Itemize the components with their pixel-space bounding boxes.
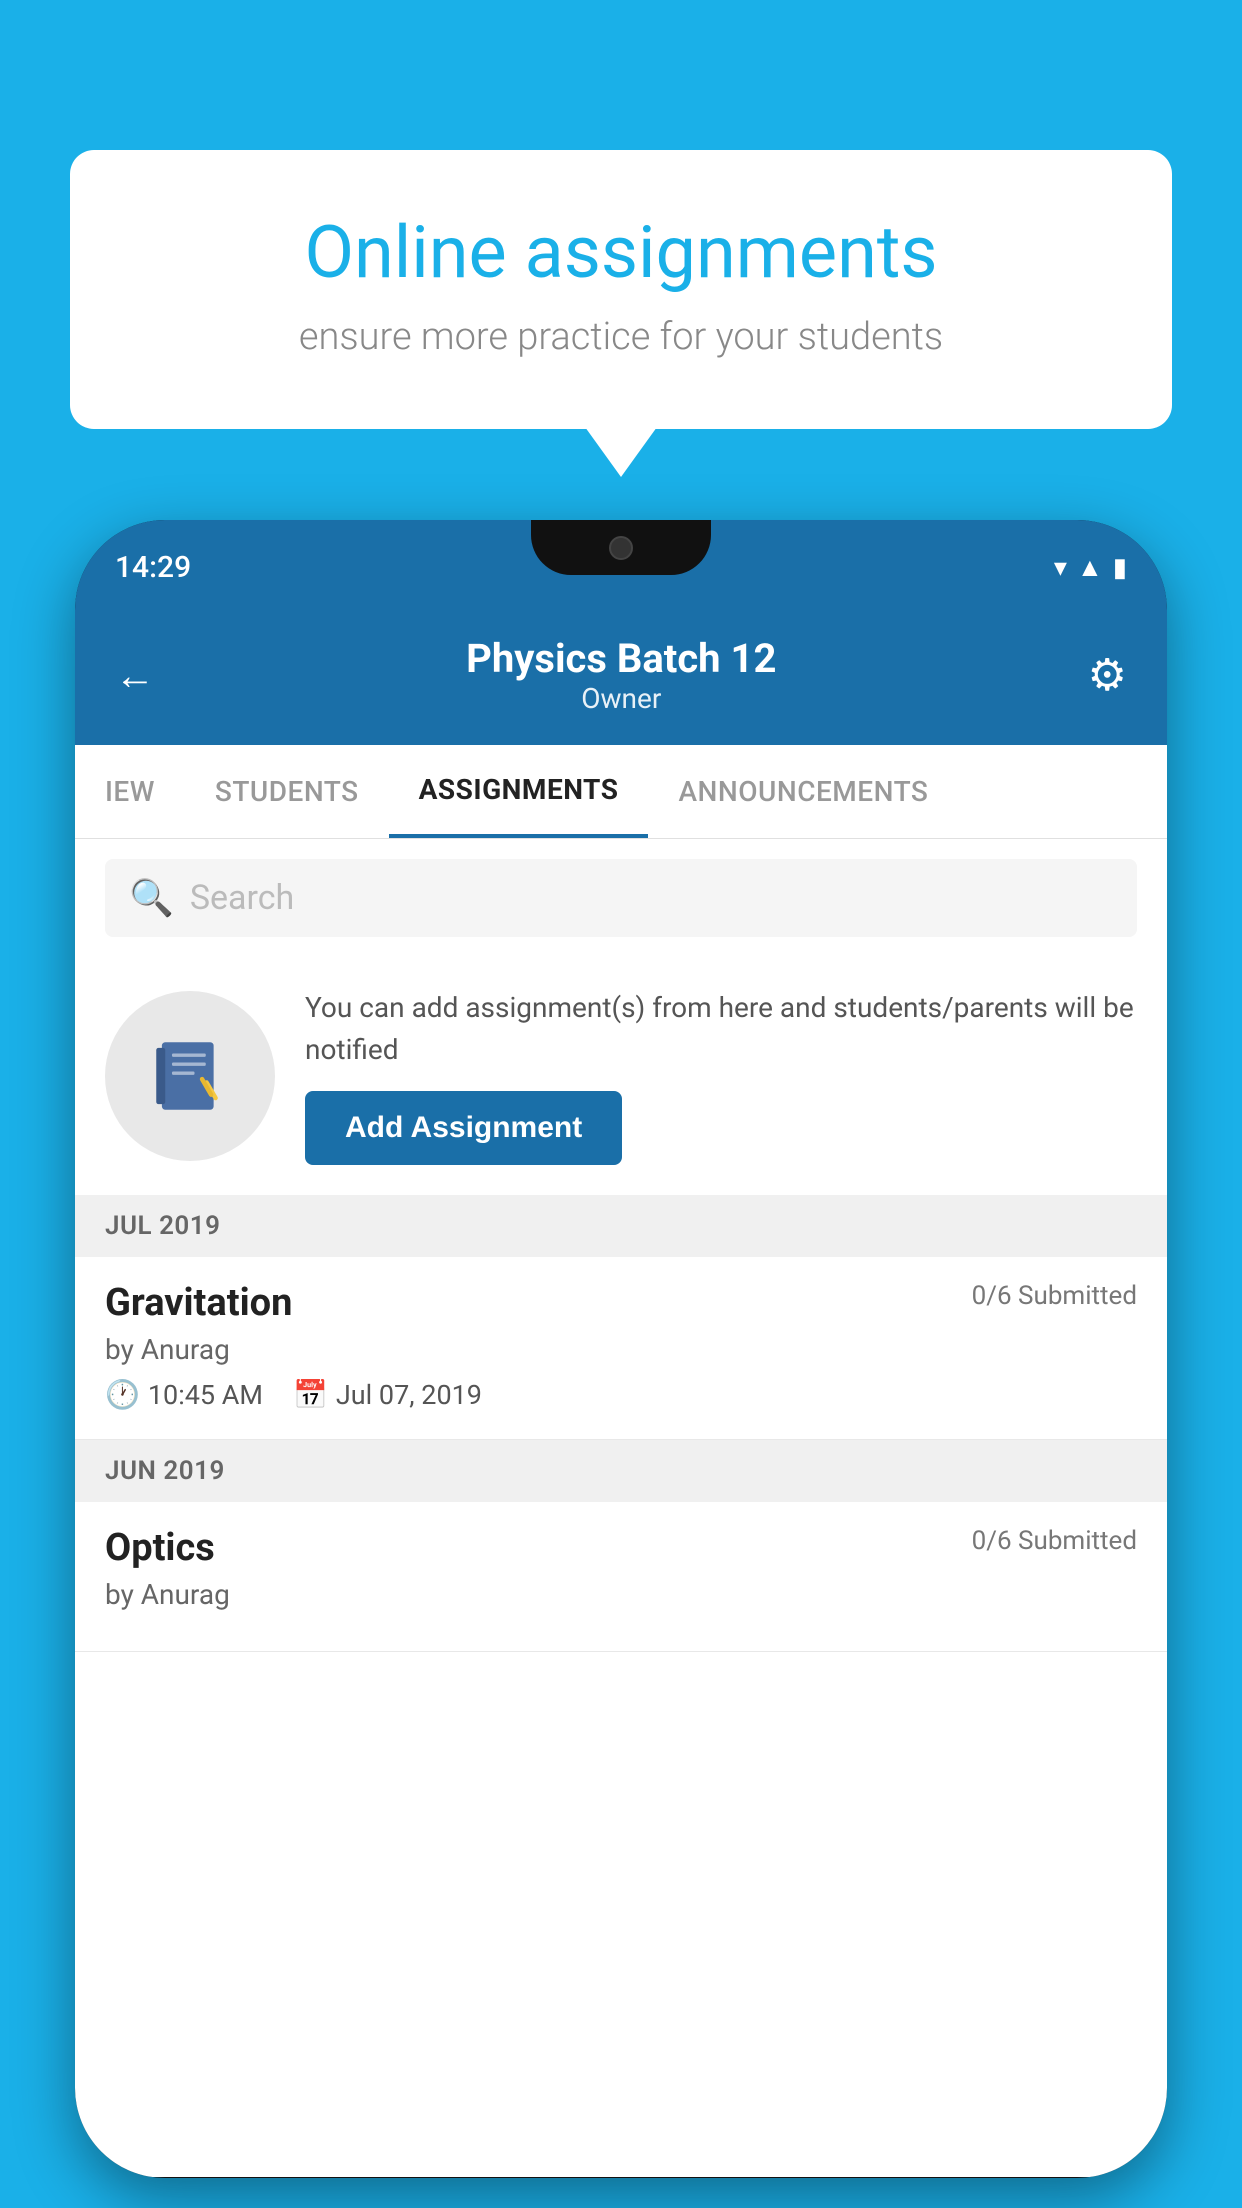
tab-announcements[interactable]: ANNOUNCEMENTS (648, 747, 958, 836)
status-icons: ▾ ▲ ▮ (1054, 552, 1127, 583)
assignment-time-value: 10:45 AM (148, 1379, 263, 1411)
tab-iew[interactable]: IEW (75, 747, 185, 836)
promo-icon-circle (105, 991, 275, 1161)
clock-icon: 🕐 (105, 1378, 140, 1411)
promo-description: You can add assignment(s) from here and … (305, 987, 1137, 1071)
app-header: ← Physics Batch 12 Owner ⚙ (75, 615, 1167, 745)
search-icon: 🔍 (129, 877, 174, 919)
wifi-icon: ▾ (1054, 553, 1067, 583)
assignment-submitted-gravitation: 0/6 Submitted (972, 1281, 1137, 1311)
phone-notch (531, 520, 711, 575)
phone-content: 🔍 Search You can add assignment(s) from … (75, 839, 1167, 2177)
calendar-icon: 📅 (293, 1378, 328, 1411)
assignment-date-value: Jul 07, 2019 (336, 1379, 482, 1411)
speech-bubble-container: Online assignments ensure more practice … (70, 150, 1172, 429)
promo-card: You can add assignment(s) from here and … (75, 957, 1167, 1195)
camera (609, 536, 633, 560)
assignment-submitted-optics: 0/6 Submitted (972, 1526, 1137, 1556)
section-header-jul: JUL 2019 (75, 1195, 1167, 1257)
back-button[interactable]: ← (115, 652, 155, 699)
assignment-date: 📅 Jul 07, 2019 (293, 1378, 482, 1411)
speech-bubble-title: Online assignments (150, 210, 1092, 295)
tabs-bar: IEW STUDENTS ASSIGNMENTS ANNOUNCEMENTS (75, 745, 1167, 839)
notebook-svg-icon (145, 1031, 235, 1121)
tab-assignments[interactable]: ASSIGNMENTS (389, 745, 649, 838)
search-bar[interactable]: 🔍 Search (105, 859, 1137, 937)
assignment-name-gravitation: Gravitation (105, 1281, 292, 1325)
speech-bubble: Online assignments ensure more practice … (70, 150, 1172, 429)
assignment-item-gravitation[interactable]: Gravitation 0/6 Submitted by Anurag 🕐 10… (75, 1257, 1167, 1440)
header-subtitle: Owner (155, 682, 1088, 715)
search-bar-container: 🔍 Search (75, 839, 1167, 957)
phone-frame: 14:29 ▾ ▲ ▮ ← Physics Batch 12 Owner ⚙ I… (75, 520, 1167, 2178)
tab-students[interactable]: STUDENTS (185, 747, 389, 836)
status-bar: 14:29 ▾ ▲ ▮ (75, 520, 1167, 615)
section-header-jun: JUN 2019 (75, 1440, 1167, 1502)
header-title: Physics Batch 12 (155, 635, 1088, 682)
add-assignment-button[interactable]: Add Assignment (305, 1091, 622, 1165)
speech-bubble-subtitle: ensure more practice for your students (150, 315, 1092, 359)
signal-icon: ▲ (1077, 552, 1103, 583)
assignment-item-top-optics: Optics 0/6 Submitted (105, 1526, 1137, 1570)
battery-icon: ▮ (1113, 553, 1127, 583)
assignment-by-gravitation: by Anurag (105, 1333, 1137, 1366)
assignment-item-optics[interactable]: Optics 0/6 Submitted by Anurag (75, 1502, 1167, 1652)
assignment-name-optics: Optics (105, 1526, 215, 1570)
settings-icon[interactable]: ⚙ (1088, 649, 1127, 701)
status-time: 14:29 (115, 550, 191, 585)
assignment-by-optics: by Anurag (105, 1578, 1137, 1611)
assignment-meta-gravitation: 🕐 10:45 AM 📅 Jul 07, 2019 (105, 1378, 1137, 1411)
assignment-item-top: Gravitation 0/6 Submitted (105, 1281, 1137, 1325)
assignment-time: 🕐 10:45 AM (105, 1378, 263, 1411)
promo-text-area: You can add assignment(s) from here and … (305, 987, 1137, 1165)
header-center: Physics Batch 12 Owner (155, 635, 1088, 715)
search-placeholder: Search (190, 878, 294, 918)
